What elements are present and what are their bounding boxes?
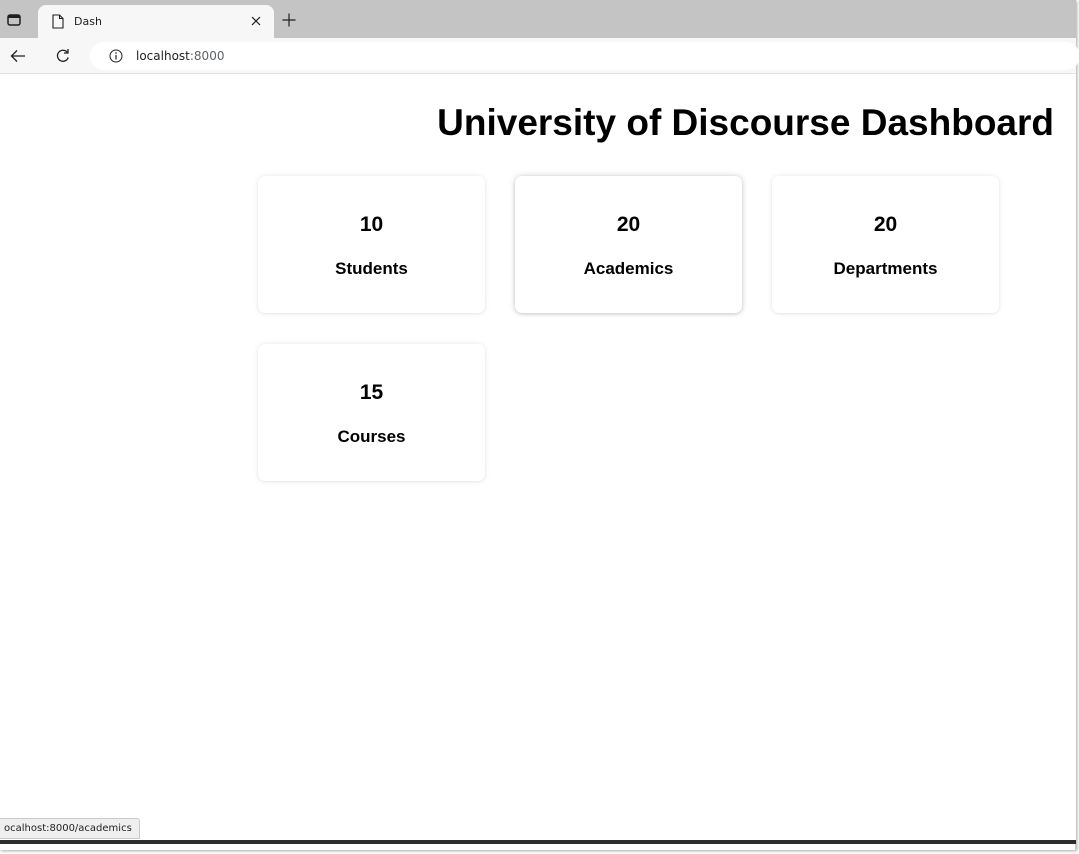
close-icon[interactable] <box>248 13 264 29</box>
url-port: :8000 <box>189 49 225 63</box>
stat-card-courses[interactable]: 15 Courses <box>258 344 485 481</box>
browser-window: Dash localhost:8000 University of Discou… <box>0 0 1079 850</box>
stat-count: 20 <box>616 213 641 236</box>
window-bottom-edge <box>0 840 1076 844</box>
tab-strip: Dash <box>0 0 1076 38</box>
arrow-left-icon[interactable] <box>9 47 27 65</box>
info-icon[interactable] <box>108 48 124 64</box>
page-title: University of Discourse Dashboard <box>437 102 1054 143</box>
stat-card-academics[interactable]: 20 Academics <box>515 176 742 313</box>
browser-toolbar: localhost:8000 <box>0 38 1079 74</box>
reload-icon[interactable] <box>54 47 72 65</box>
stat-label: Students <box>335 259 408 278</box>
stat-count: 15 <box>359 381 384 404</box>
address-bar[interactable]: localhost:8000 <box>90 42 1079 70</box>
page-icon <box>52 14 66 30</box>
address-url: localhost:8000 <box>136 49 224 63</box>
plus-icon[interactable] <box>280 11 298 29</box>
stat-count: 20 <box>873 213 898 236</box>
tab-actions-icon[interactable] <box>4 10 24 30</box>
stat-label: Courses <box>337 427 406 446</box>
stat-label: Academics <box>583 259 674 278</box>
link-status-bar: ocalhost:8000/academics <box>0 818 140 839</box>
stat-card-departments[interactable]: 20 Departments <box>772 176 999 313</box>
page-content: University of Discourse Dashboard 10 Stu… <box>0 74 1076 840</box>
stat-card-students[interactable]: 10 Students <box>258 176 485 313</box>
url-host: localhost <box>136 49 190 63</box>
browser-tab[interactable]: Dash <box>38 5 274 38</box>
stat-count: 10 <box>359 213 384 236</box>
tab-title: Dash <box>74 15 102 28</box>
stat-label: Departments <box>833 259 938 278</box>
